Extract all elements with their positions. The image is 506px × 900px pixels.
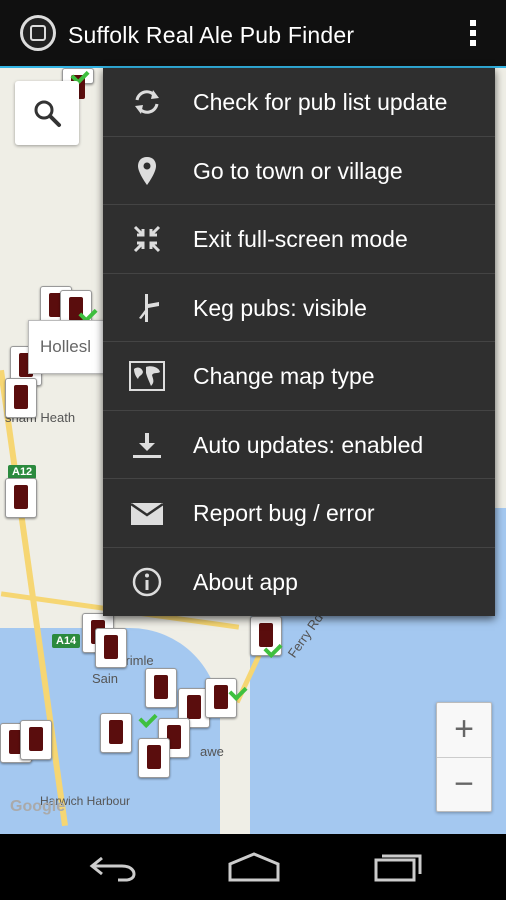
menu-item-label: Auto updates: enabled bbox=[193, 431, 424, 458]
pub-marker[interactable] bbox=[138, 738, 170, 778]
pub-marker[interactable] bbox=[95, 628, 127, 668]
home-icon[interactable] bbox=[226, 850, 282, 884]
road-shield: A14 bbox=[52, 634, 81, 648]
place-label: awe bbox=[200, 744, 224, 759]
menu-item-report-bug[interactable]: Report bug / error bbox=[103, 479, 495, 548]
menu-item-label: Go to town or village bbox=[193, 157, 403, 184]
map-search-button[interactable] bbox=[15, 81, 79, 145]
menu-item-label: Keg pubs: visible bbox=[193, 294, 367, 321]
download-icon bbox=[133, 432, 161, 458]
navigation-bar bbox=[0, 834, 506, 900]
menu-item-go-to-town[interactable]: Go to town or village bbox=[103, 137, 495, 205]
place-popup[interactable]: Hollesl bbox=[28, 320, 114, 374]
zoom-controls: + − bbox=[436, 702, 492, 812]
envelope-icon bbox=[130, 502, 164, 525]
app-title: Suffolk Real Ale Pub Finder bbox=[68, 22, 355, 48]
menu-item-label: About app bbox=[193, 568, 298, 595]
place-popup-label: Hollesl bbox=[40, 337, 92, 356]
pub-marker[interactable] bbox=[20, 720, 52, 760]
back-icon[interactable] bbox=[88, 850, 138, 884]
menu-item-label: Exit full-screen mode bbox=[193, 226, 408, 252]
overflow-menu: Check for pub list update Go to town or … bbox=[103, 68, 495, 616]
sync-icon bbox=[135, 90, 159, 114]
menu-item-label: Report bug / error bbox=[193, 500, 375, 526]
menu-item-exit-fullscreen[interactable]: Exit full-screen mode bbox=[103, 205, 495, 274]
pub-marker[interactable] bbox=[145, 668, 177, 708]
menu-item-about-app[interactable]: About app bbox=[103, 548, 495, 617]
road-shield: A12 bbox=[8, 465, 37, 479]
pub-marker[interactable] bbox=[100, 713, 132, 753]
location-pin-icon bbox=[138, 156, 156, 185]
zoom-in-button[interactable]: + bbox=[437, 703, 491, 757]
zoom-out-button[interactable]: − bbox=[437, 757, 491, 812]
menu-item-change-map-type[interactable]: Change map type bbox=[103, 342, 495, 411]
menu-item-label: Check for pub list update bbox=[193, 89, 448, 115]
overflow-menu-icon[interactable] bbox=[468, 20, 478, 48]
menu-item-label: Change map type bbox=[193, 363, 375, 389]
world-map-icon bbox=[129, 361, 165, 391]
pub-marker[interactable] bbox=[5, 378, 37, 418]
pub-marker[interactable] bbox=[5, 478, 37, 518]
search-icon bbox=[34, 100, 61, 127]
place-label: Sain bbox=[92, 671, 119, 686]
info-icon bbox=[132, 567, 162, 596]
app-logo-icon[interactable] bbox=[20, 15, 56, 51]
menu-item-check-update[interactable]: Check for pub list update bbox=[103, 68, 495, 137]
action-bar: Suffolk Real Ale Pub Finder bbox=[0, 0, 506, 68]
menu-item-auto-updates[interactable]: Auto updates: enabled bbox=[103, 411, 495, 479]
menu-item-keg-pubs[interactable]: Keg pubs: visible bbox=[103, 274, 495, 342]
map-attribution: Google bbox=[10, 798, 66, 815]
keg-tap-icon bbox=[139, 293, 159, 322]
exit-fullscreen-icon bbox=[133, 225, 161, 253]
recent-apps-icon[interactable] bbox=[372, 850, 424, 884]
